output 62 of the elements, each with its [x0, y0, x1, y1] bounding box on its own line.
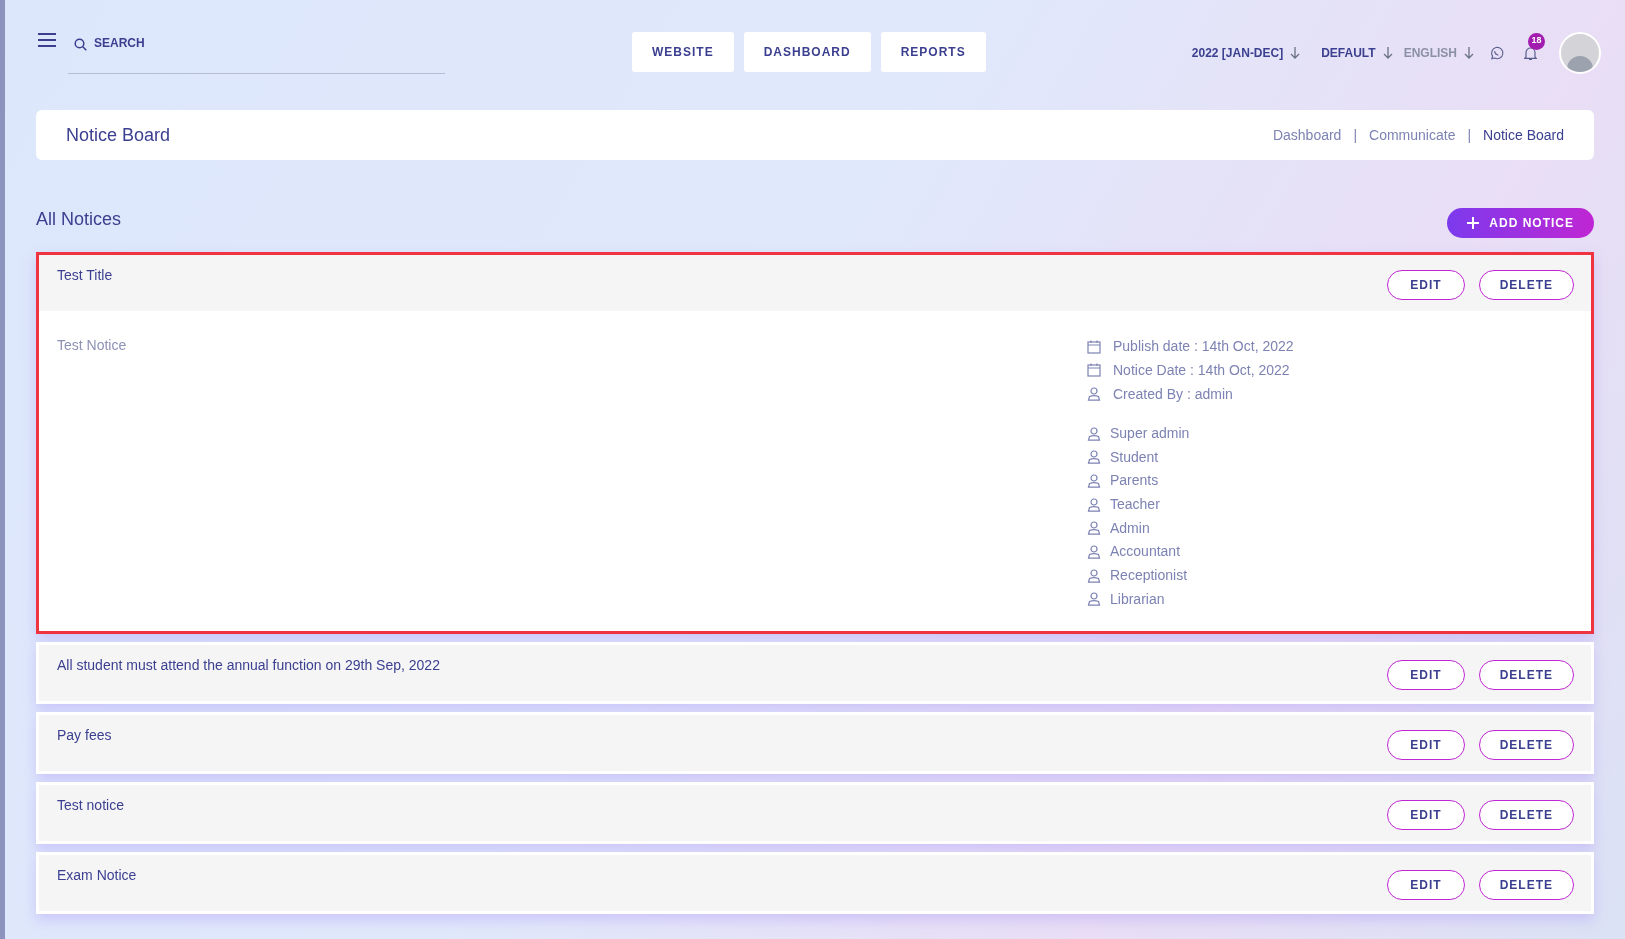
- breadcrumb-link[interactable]: Notice Board: [1483, 124, 1564, 146]
- notice-title[interactable]: Exam Notice: [57, 865, 137, 886]
- user-icon: [1087, 473, 1101, 488]
- audience-role: Student: [1110, 447, 1159, 467]
- breadcrumb-link[interactable]: Communicate: [1369, 124, 1456, 146]
- user-icon: [1087, 450, 1101, 465]
- audience-role: Parents: [1110, 471, 1159, 491]
- notice-title[interactable]: All student must attend the annual function on 29th Sep, 2022: [57, 655, 440, 676]
- user-icon: [1087, 497, 1101, 512]
- page-title: Notice Board: [66, 123, 171, 147]
- audience-role: Accountant: [1110, 542, 1181, 562]
- edit-button[interactable]: EDIT: [1387, 730, 1465, 760]
- arrow-down-icon: [1381, 46, 1394, 60]
- notice-title[interactable]: Test notice: [57, 795, 124, 816]
- whatsapp-icon[interactable]: [1489, 45, 1504, 61]
- audience-role: Super admin: [1110, 424, 1190, 444]
- notice-meta: Created By : admin: [1113, 384, 1233, 404]
- breadcrumb-link[interactable]: Dashboard: [1272, 124, 1342, 146]
- calendar-icon: [1087, 363, 1101, 378]
- search-field[interactable]: SEARCH: [68, 34, 445, 74]
- nav-button[interactable]: WEBSITE: [632, 32, 734, 72]
- dropdown-button[interactable]: DEFAULT: [1321, 44, 1394, 62]
- audience-role: Receptionist: [1110, 566, 1188, 585]
- delete-button[interactable]: DELETE: [1478, 730, 1574, 760]
- edit-button[interactable]: EDIT: [1387, 870, 1465, 900]
- plus-icon: [1467, 217, 1480, 229]
- notice-title[interactable]: Test Title: [57, 265, 113, 286]
- breadcrumb-separator: |: [1467, 125, 1472, 145]
- audience-role: Admin: [1110, 518, 1150, 538]
- menu-icon[interactable]: [38, 32, 56, 48]
- nav-button[interactable]: REPORTS: [880, 32, 986, 72]
- bell-icon[interactable]: [1524, 45, 1537, 61]
- audience-role: Teacher: [1110, 495, 1160, 515]
- notice-title[interactable]: Pay fees: [57, 725, 112, 746]
- arrow-down-icon: [1289, 46, 1302, 60]
- notice-meta: Publish date : 14th Oct, 2022: [1113, 337, 1294, 357]
- add-notice-button[interactable]: ADD NOTICE: [1447, 208, 1594, 238]
- notice-body: Test Notice: [57, 336, 128, 355]
- calendar-icon: [1087, 339, 1101, 354]
- section-title: All Notices: [36, 207, 122, 231]
- search-icon: [74, 38, 87, 51]
- user-icon: [1087, 544, 1101, 559]
- edit-button[interactable]: EDIT: [1387, 660, 1465, 690]
- breadcrumb-separator: |: [1353, 125, 1358, 145]
- notice-meta: Notice Date : 14th Oct, 2022: [1113, 361, 1290, 380]
- arrow-down-icon: [1463, 46, 1475, 60]
- delete-button[interactable]: DELETE: [1478, 660, 1574, 690]
- delete-button[interactable]: DELETE: [1478, 800, 1574, 830]
- edit-button[interactable]: EDIT: [1387, 800, 1465, 830]
- user-icon: [1087, 426, 1101, 441]
- edit-button[interactable]: EDIT: [1387, 270, 1465, 300]
- delete-button[interactable]: DELETE: [1478, 270, 1574, 300]
- delete-button[interactable]: DELETE: [1478, 870, 1574, 900]
- audience-role: Librarian: [1110, 589, 1165, 609]
- user-icon: [1087, 592, 1101, 607]
- user-icon: [1087, 568, 1101, 583]
- user-icon: [1087, 387, 1101, 402]
- avatar[interactable]: [1559, 32, 1601, 74]
- nav-button[interactable]: DASHBOARD: [743, 32, 871, 72]
- dropdown-button[interactable]: 2022 [JAN-DEC]: [1191, 44, 1302, 62]
- notification-badge: 18: [1528, 32, 1545, 50]
- user-icon: [1087, 521, 1101, 536]
